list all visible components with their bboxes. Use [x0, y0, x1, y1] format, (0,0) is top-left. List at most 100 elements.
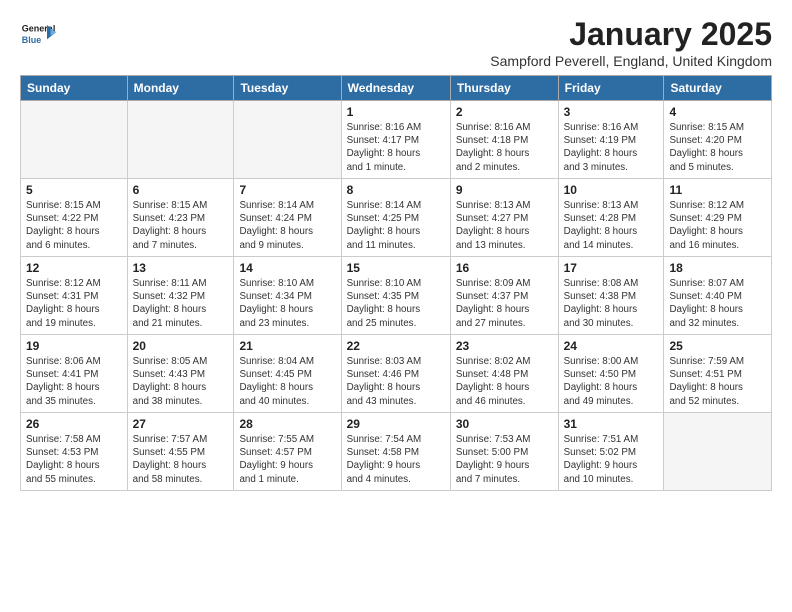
- calendar: Sunday Monday Tuesday Wednesday Thursday…: [20, 75, 772, 491]
- calendar-cell: 9Sunrise: 8:13 AM Sunset: 4:27 PM Daylig…: [450, 179, 558, 257]
- day-info: Sunrise: 8:10 AM Sunset: 4:34 PM Dayligh…: [239, 277, 335, 330]
- calendar-cell: 5 Sunrise: 8:15 AM Sunset: 4:22 PM Daylig…: [21, 179, 128, 257]
- day-info: Sunrise: 8:07 AM Sunset: 4:40 PM Dayligh…: [669, 277, 766, 330]
- day-number: 28: [239, 417, 335, 431]
- day-info: Sunrise: 7:58 AM Sunset: 4:53 PM Dayligh…: [26, 433, 122, 486]
- day-info: Sunrise: 7:53 AM Sunset: 5:00 PM Dayligh…: [456, 433, 553, 486]
- calendar-cell: 17Sunrise: 8:08 AM Sunset: 4:38 PM Dayli…: [558, 257, 664, 335]
- day-info: Sunrise: 7:55 AM Sunset: 4:57 PM Dayligh…: [239, 433, 335, 486]
- day-number: 11: [669, 183, 766, 197]
- day-number: 22: [347, 339, 445, 353]
- month-title: January 2025: [490, 16, 772, 53]
- calendar-cell: 31 Sunrise: 7:51 AM Sunset: 5:02 PM Dayli…: [558, 413, 664, 491]
- calendar-cell: 19 Sunrise: 8:06 AM Sunset: 4:41 PM Dayli…: [21, 335, 128, 413]
- day-info: Sunrise: 8:12 AM Sunset: 4:29 PM Dayligh…: [669, 199, 766, 252]
- day-number: 31: [564, 417, 659, 431]
- day-info: Sunrise: 8:16 AM Sunset: 4:18 PM Dayligh…: [456, 121, 553, 174]
- logo-icon: General Blue: [20, 16, 56, 52]
- calendar-cell: 8Sunrise: 8:14 AM Sunset: 4:25 PM Daylig…: [341, 179, 450, 257]
- day-info: Sunrise: 8:02 AM Sunset: 4:48 PM Dayligh…: [456, 355, 553, 408]
- day-info: Sunrise: 8:10 AM Sunset: 4:35 PM Dayligh…: [347, 277, 445, 330]
- logo: General Blue: [20, 16, 56, 52]
- day-number: 20: [133, 339, 229, 353]
- calendar-cell: 7Sunrise: 8:14 AM Sunset: 4:24 PM Daylig…: [234, 179, 341, 257]
- calendar-cell: 2 Sunrise: 8:16 AM Sunset: 4:18 PM Daylig…: [450, 101, 558, 179]
- calendar-cell: [127, 101, 234, 179]
- day-info: Sunrise: 8:16 AM Sunset: 4:17 PM Dayligh…: [347, 121, 445, 174]
- calendar-cell: 28 Sunrise: 7:55 AM Sunset: 4:57 PM Dayli…: [234, 413, 341, 491]
- day-number: 1: [347, 105, 445, 119]
- day-info: Sunrise: 7:51 AM Sunset: 5:02 PM Dayligh…: [564, 433, 659, 486]
- page: General Blue January 2025 Sampford Pever…: [0, 0, 792, 501]
- calendar-cell: 1 Sunrise: 8:16 AM Sunset: 4:17 PM Daylig…: [341, 101, 450, 179]
- calendar-cell: [664, 413, 772, 491]
- day-info: Sunrise: 7:57 AM Sunset: 4:55 PM Dayligh…: [133, 433, 229, 486]
- calendar-body: 1 Sunrise: 8:16 AM Sunset: 4:17 PM Daylig…: [21, 101, 772, 491]
- day-info: Sunrise: 8:09 AM Sunset: 4:37 PM Dayligh…: [456, 277, 553, 330]
- day-number: 9: [456, 183, 553, 197]
- day-number: 7: [239, 183, 335, 197]
- day-info: Sunrise: 8:03 AM Sunset: 4:46 PM Dayligh…: [347, 355, 445, 408]
- calendar-cell: 29 Sunrise: 7:54 AM Sunset: 4:58 PM Dayli…: [341, 413, 450, 491]
- day-number: 10: [564, 183, 659, 197]
- calendar-cell: 14Sunrise: 8:10 AM Sunset: 4:34 PM Dayli…: [234, 257, 341, 335]
- svg-text:Blue: Blue: [22, 35, 42, 45]
- day-info: Sunrise: 8:11 AM Sunset: 4:32 PM Dayligh…: [133, 277, 229, 330]
- header-friday: Friday: [558, 76, 664, 101]
- calendar-cell: 23 Sunrise: 8:02 AM Sunset: 4:48 PM Dayli…: [450, 335, 558, 413]
- day-number: 5: [26, 183, 122, 197]
- day-number: 24: [564, 339, 659, 353]
- day-number: 26: [26, 417, 122, 431]
- day-number: 23: [456, 339, 553, 353]
- calendar-cell: 10 Sunrise: 8:13 AM Sunset: 4:28 PM Dayli…: [558, 179, 664, 257]
- calendar-header-row: Sunday Monday Tuesday Wednesday Thursday…: [21, 76, 772, 101]
- day-number: 6: [133, 183, 229, 197]
- day-number: 30: [456, 417, 553, 431]
- calendar-cell: 30 Sunrise: 7:53 AM Sunset: 5:00 PM Dayli…: [450, 413, 558, 491]
- day-info: Sunrise: 8:12 AM Sunset: 4:31 PM Dayligh…: [26, 277, 122, 330]
- calendar-cell: 11 Sunrise: 8:12 AM Sunset: 4:29 PM Dayli…: [664, 179, 772, 257]
- day-info: Sunrise: 8:04 AM Sunset: 4:45 PM Dayligh…: [239, 355, 335, 408]
- calendar-cell: 4Sunrise: 8:15 AM Sunset: 4:20 PM Daylig…: [664, 101, 772, 179]
- day-info: Sunrise: 8:00 AM Sunset: 4:50 PM Dayligh…: [564, 355, 659, 408]
- calendar-cell: 16 Sunrise: 8:09 AM Sunset: 4:37 PM Dayli…: [450, 257, 558, 335]
- day-number: 25: [669, 339, 766, 353]
- day-number: 2: [456, 105, 553, 119]
- calendar-cell: 25 Sunrise: 7:59 AM Sunset: 4:51 PM Dayli…: [664, 335, 772, 413]
- day-number: 21: [239, 339, 335, 353]
- day-number: 19: [26, 339, 122, 353]
- subtitle: Sampford Peverell, England, United Kingd…: [490, 53, 772, 69]
- day-info: Sunrise: 8:06 AM Sunset: 4:41 PM Dayligh…: [26, 355, 122, 408]
- calendar-cell: 24 Sunrise: 8:00 AM Sunset: 4:50 PM Dayli…: [558, 335, 664, 413]
- calendar-week-5: 26 Sunrise: 7:58 AM Sunset: 4:53 PM Dayli…: [21, 413, 772, 491]
- day-info: Sunrise: 8:13 AM Sunset: 4:28 PM Dayligh…: [564, 199, 659, 252]
- day-info: Sunrise: 8:08 AM Sunset: 4:38 PM Dayligh…: [564, 277, 659, 330]
- calendar-cell: 26 Sunrise: 7:58 AM Sunset: 4:53 PM Dayli…: [21, 413, 128, 491]
- day-info: Sunrise: 7:54 AM Sunset: 4:58 PM Dayligh…: [347, 433, 445, 486]
- header-wednesday: Wednesday: [341, 76, 450, 101]
- calendar-cell: 27 Sunrise: 7:57 AM Sunset: 4:55 PM Dayli…: [127, 413, 234, 491]
- header: General Blue January 2025 Sampford Pever…: [20, 16, 772, 69]
- title-block: January 2025 Sampford Peverell, England,…: [490, 16, 772, 69]
- day-info: Sunrise: 8:15 AM Sunset: 4:20 PM Dayligh…: [669, 121, 766, 174]
- header-tuesday: Tuesday: [234, 76, 341, 101]
- day-info: Sunrise: 8:16 AM Sunset: 4:19 PM Dayligh…: [564, 121, 659, 174]
- day-number: 13: [133, 261, 229, 275]
- calendar-week-1: 1 Sunrise: 8:16 AM Sunset: 4:17 PM Daylig…: [21, 101, 772, 179]
- day-number: 18: [669, 261, 766, 275]
- calendar-cell: 21 Sunrise: 8:04 AM Sunset: 4:45 PM Dayli…: [234, 335, 341, 413]
- calendar-cell: 22 Sunrise: 8:03 AM Sunset: 4:46 PM Dayli…: [341, 335, 450, 413]
- calendar-cell: 12Sunrise: 8:12 AM Sunset: 4:31 PM Dayli…: [21, 257, 128, 335]
- day-number: 16: [456, 261, 553, 275]
- calendar-week-3: 12Sunrise: 8:12 AM Sunset: 4:31 PM Dayli…: [21, 257, 772, 335]
- calendar-cell: 18 Sunrise: 8:07 AM Sunset: 4:40 PM Dayli…: [664, 257, 772, 335]
- day-number: 27: [133, 417, 229, 431]
- calendar-cell: 20Sunrise: 8:05 AM Sunset: 4:43 PM Dayli…: [127, 335, 234, 413]
- day-info: Sunrise: 8:15 AM Sunset: 4:22 PM Dayligh…: [26, 199, 122, 252]
- calendar-cell: 6Sunrise: 8:15 AM Sunset: 4:23 PM Daylig…: [127, 179, 234, 257]
- day-number: 29: [347, 417, 445, 431]
- header-sunday: Sunday: [21, 76, 128, 101]
- day-number: 3: [564, 105, 659, 119]
- day-number: 8: [347, 183, 445, 197]
- day-info: Sunrise: 7:59 AM Sunset: 4:51 PM Dayligh…: [669, 355, 766, 408]
